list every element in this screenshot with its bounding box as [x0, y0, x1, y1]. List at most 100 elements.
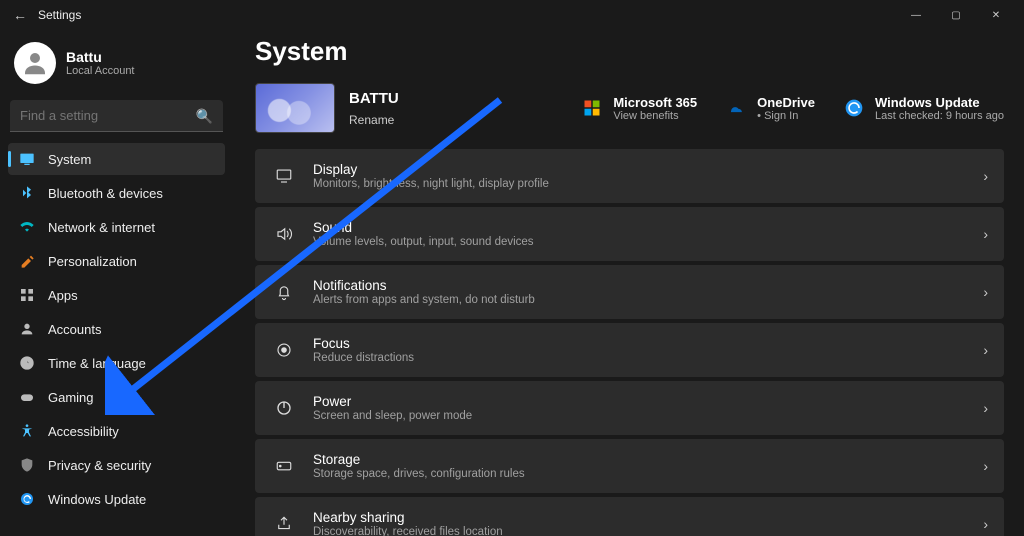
bell-icon: [271, 283, 297, 301]
bluetooth-icon: [18, 184, 36, 202]
sidebar-item-label: Accessibility: [48, 424, 119, 439]
power-icon: [271, 399, 297, 417]
tile-title: OneDrive: [757, 95, 815, 110]
chevron-right-icon: ›: [983, 458, 988, 474]
gaming-icon: [18, 388, 36, 406]
search-box[interactable]: 🔍: [10, 100, 223, 132]
search-input[interactable]: [10, 100, 223, 132]
row-sub: Discoverability, received files location: [313, 526, 983, 536]
sound-icon: [271, 225, 297, 243]
close-button[interactable]: ✕: [976, 1, 1016, 29]
row-display[interactable]: DisplayMonitors, brightness, night light…: [255, 149, 1004, 203]
row-title: Display: [313, 162, 983, 177]
user-name: Battu: [66, 49, 135, 65]
sidebar-item-update[interactable]: Windows Update: [8, 483, 225, 515]
sidebar-item-accessibility[interactable]: Accessibility: [8, 415, 225, 447]
row-sub: Alerts from apps and system, do not dist…: [313, 294, 983, 306]
sidebar-item-label: Time & language: [48, 356, 146, 371]
row-title: Sound: [313, 220, 983, 235]
sidebar-item-label: Accounts: [48, 322, 101, 337]
chevron-right-icon: ›: [983, 284, 988, 300]
sidebar-item-apps[interactable]: Apps: [8, 279, 225, 311]
minimize-button[interactable]: ―: [896, 1, 936, 29]
chevron-right-icon: ›: [983, 400, 988, 416]
back-button[interactable]: ←: [8, 7, 32, 23]
tile-sub: View benefits: [613, 110, 697, 122]
sidebar-item-label: Bluetooth & devices: [48, 186, 163, 201]
sidebar-item-time[interactable]: Time & language: [8, 347, 225, 379]
accounts-icon: [18, 320, 36, 338]
paint-icon: [18, 252, 36, 270]
tile-microsoft365[interactable]: Microsoft 365View benefits: [581, 95, 697, 122]
chevron-right-icon: ›: [983, 342, 988, 358]
tile-onedrive[interactable]: OneDrive• Sign In: [725, 95, 815, 122]
sidebar-item-gaming[interactable]: Gaming: [8, 381, 225, 413]
shield-icon: [18, 456, 36, 474]
apps-icon: [18, 286, 36, 304]
row-sub: Screen and sleep, power mode: [313, 410, 983, 422]
avatar: [14, 42, 56, 84]
page-title: System: [255, 36, 1004, 67]
sidebar-item-network[interactable]: Network & internet: [8, 211, 225, 243]
sidebar-item-label: Privacy & security: [48, 458, 151, 473]
row-power[interactable]: PowerScreen and sleep, power mode ›: [255, 381, 1004, 435]
microsoft365-icon: [581, 97, 603, 119]
row-sub: Storage space, drives, configuration rul…: [313, 468, 983, 480]
row-sound[interactable]: SoundVolume levels, output, input, sound…: [255, 207, 1004, 261]
sidebar: Battu Local Account 🔍 System Bluetooth &…: [0, 30, 235, 536]
sidebar-item-accounts[interactable]: Accounts: [8, 313, 225, 345]
main-content: System BATTU Rename Microsoft 365View be…: [235, 30, 1024, 536]
sidebar-item-bluetooth[interactable]: Bluetooth & devices: [8, 177, 225, 209]
focus-icon: [271, 341, 297, 359]
row-title: Storage: [313, 452, 983, 467]
tile-windows-update[interactable]: Windows UpdateLast checked: 9 hours ago: [843, 95, 1004, 122]
chevron-right-icon: ›: [983, 226, 988, 242]
row-sub: Reduce distractions: [313, 352, 983, 364]
sidebar-item-system[interactable]: System: [8, 143, 225, 175]
sidebar-item-label: Personalization: [48, 254, 137, 269]
search-icon: 🔍: [196, 108, 213, 125]
sidebar-item-label: Apps: [48, 288, 78, 303]
row-focus[interactable]: FocusReduce distractions ›: [255, 323, 1004, 377]
chevron-right-icon: ›: [983, 516, 988, 532]
row-notifications[interactable]: NotificationsAlerts from apps and system…: [255, 265, 1004, 319]
tile-sub: Last checked: 9 hours ago: [875, 110, 1004, 122]
storage-icon: [271, 457, 297, 475]
row-title: Focus: [313, 336, 983, 351]
row-title: Power: [313, 394, 983, 409]
row-sub: Monitors, brightness, night light, displ…: [313, 178, 983, 190]
maximize-button[interactable]: ▢: [936, 1, 976, 29]
sidebar-item-privacy[interactable]: Privacy & security: [8, 449, 225, 481]
accessibility-icon: [18, 422, 36, 440]
nav-list: System Bluetooth & devices Network & int…: [8, 142, 225, 516]
hero-row: BATTU Rename Microsoft 365View benefits …: [255, 83, 1004, 133]
system-icon: [18, 150, 36, 168]
rename-link[interactable]: Rename: [349, 113, 399, 127]
row-title: Nearby sharing: [313, 510, 983, 525]
sidebar-item-label: Network & internet: [48, 220, 155, 235]
titlebar: ← Settings ― ▢ ✕: [0, 0, 1024, 30]
chevron-right-icon: ›: [983, 168, 988, 184]
row-sub: Volume levels, output, input, sound devi…: [313, 236, 983, 248]
row-title: Notifications: [313, 278, 983, 293]
settings-list: DisplayMonitors, brightness, night light…: [255, 149, 1004, 536]
pc-name: BATTU: [349, 90, 399, 107]
sidebar-item-label: Windows Update: [48, 492, 146, 507]
desktop-thumbnail[interactable]: [255, 83, 335, 133]
tile-sub: • Sign In: [757, 110, 815, 122]
profile-block[interactable]: Battu Local Account: [8, 36, 225, 96]
sidebar-item-label: System: [48, 152, 91, 167]
tile-title: Windows Update: [875, 95, 1004, 110]
display-icon: [271, 167, 297, 185]
row-storage[interactable]: StorageStorage space, drives, configurat…: [255, 439, 1004, 493]
windows-update-icon: [843, 97, 865, 119]
tile-title: Microsoft 365: [613, 95, 697, 110]
window-title: Settings: [38, 8, 81, 22]
wifi-icon: [18, 218, 36, 236]
user-sub: Local Account: [66, 65, 135, 77]
row-nearby-sharing[interactable]: Nearby sharingDiscoverability, received …: [255, 497, 1004, 536]
clock-icon: [18, 354, 36, 372]
sidebar-item-label: Gaming: [48, 390, 94, 405]
sidebar-item-personalization[interactable]: Personalization: [8, 245, 225, 277]
update-icon: [18, 490, 36, 508]
